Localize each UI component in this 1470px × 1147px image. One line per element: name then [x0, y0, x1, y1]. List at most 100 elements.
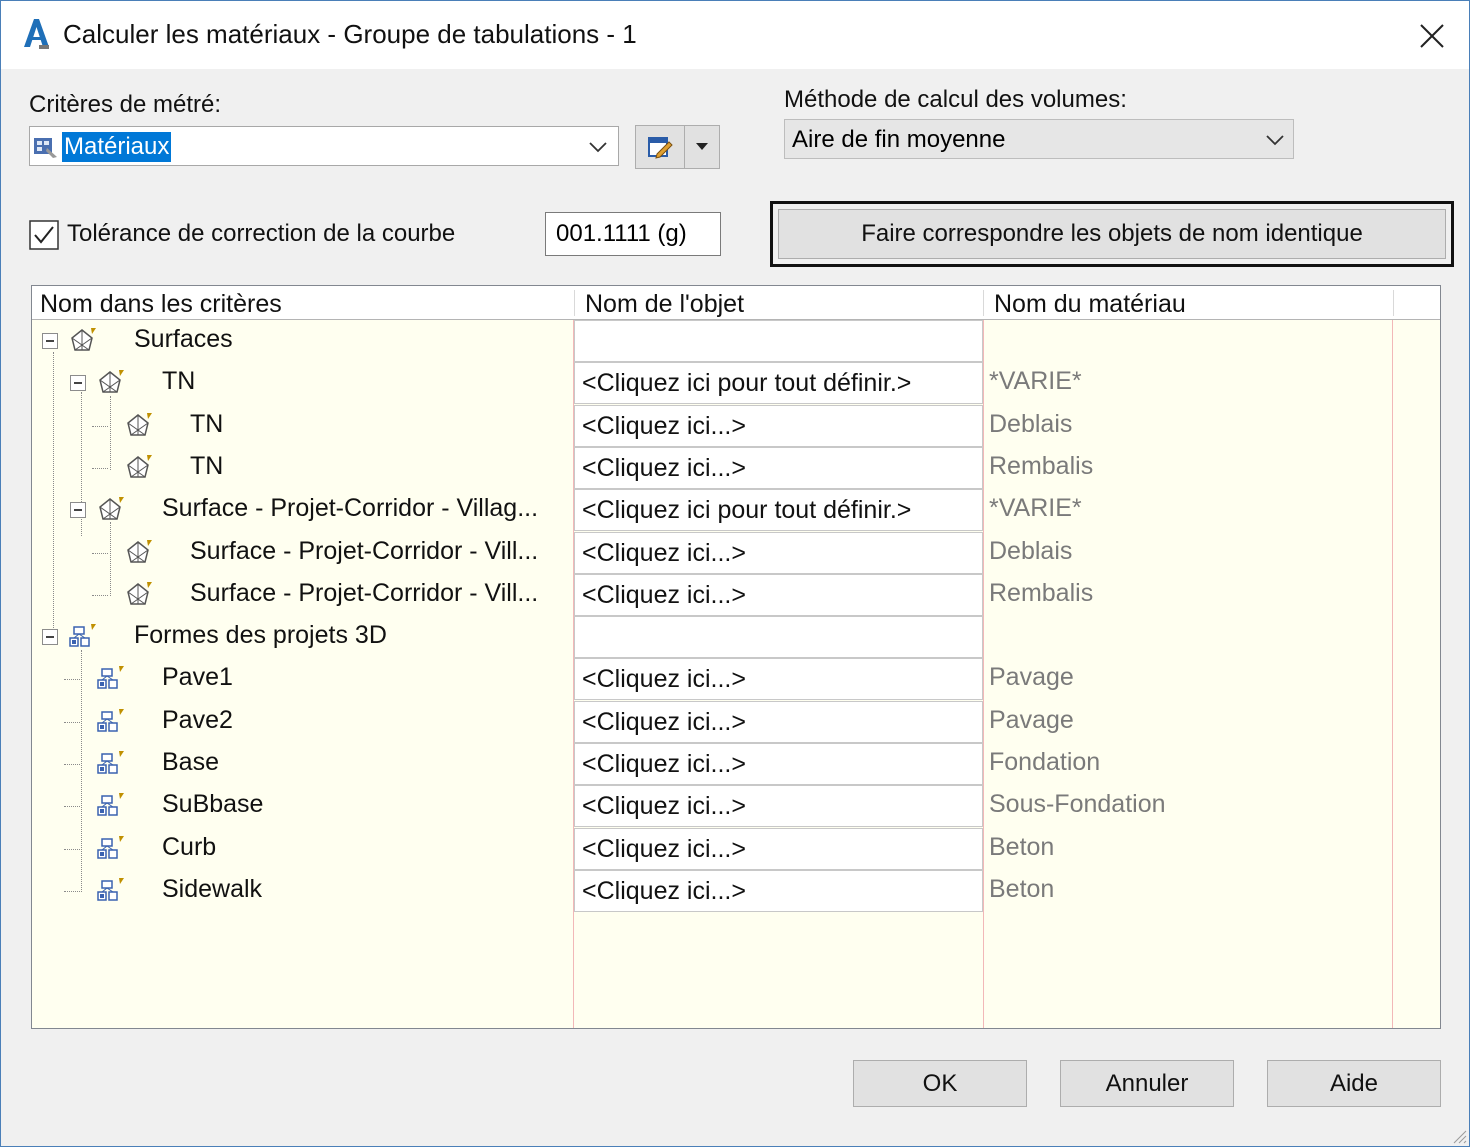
material-name-cell[interactable]: *VARIE* [989, 367, 1082, 396]
material-name-cell[interactable]: Sous-Fondation [989, 790, 1166, 819]
material-name-cell[interactable]: Deblais [989, 410, 1072, 439]
criteria-selection: Matériaux [62, 132, 172, 162]
criteria-name-cell: Pave2 [162, 705, 233, 734]
collapse-icon[interactable] [70, 502, 86, 519]
object-name-cell[interactable]: <Cliquez ici pour tout définir.> [574, 489, 983, 532]
dropdown-arrow-icon [696, 143, 708, 150]
object-name-cell[interactable]: <Cliquez ici...> [574, 743, 983, 785]
criteria-name-cell: Surface - Projet-Corridor - Vill... [190, 578, 539, 607]
object-name-cell[interactable]: <Cliquez ici...> [574, 827, 983, 870]
column-header-object-name[interactable]: Nom de l'objet [577, 286, 985, 319]
object-name-cell[interactable]: <Cliquez ici pour tout définir.> [574, 362, 983, 405]
checkbox-checked-icon[interactable] [29, 220, 59, 250]
criteria-name-cell: SuBbase [162, 790, 264, 819]
surface-icon [71, 328, 96, 351]
column-header-material-name[interactable]: Nom du matériau [986, 286, 1394, 319]
edit-criteria-dropdown[interactable] [684, 125, 720, 169]
criteria-name-cell: Formes des projets 3D [134, 621, 387, 650]
collapse-icon[interactable] [42, 333, 58, 349]
criteria-name-cell: Surface - Projet-Corridor - Villag... [162, 494, 539, 523]
table-row[interactable]: Formes des projets 3D [32, 616, 1440, 659]
criteria-name-cell: TN [162, 367, 196, 396]
table-row[interactable]: Surfaces [32, 320, 1440, 362]
corridor-shape-icon [97, 835, 124, 859]
table-row[interactable]: Sidewalk <Cliquez ici...> Beton [32, 869, 1440, 912]
corridor-shape-icon [97, 751, 124, 774]
corridor-shape-icon [97, 708, 124, 732]
corridor-shape-icon [69, 624, 96, 647]
collapse-icon[interactable] [70, 375, 86, 392]
column-header-criteria-name[interactable]: Nom dans les critères [32, 286, 574, 319]
table-row[interactable]: Curb <Cliquez ici...> Beton [32, 827, 1440, 870]
match-names-button[interactable]: Faire correspondre les objets de nom ide… [778, 209, 1446, 259]
criteria-icon [34, 138, 57, 158]
object-name-cell[interactable]: <Cliquez ici...> [574, 573, 983, 616]
chevron-down-icon[interactable] [1265, 134, 1285, 146]
criteria-name-cell: TN [190, 451, 224, 480]
object-name-cell[interactable]: <Cliquez ici...> [574, 700, 983, 743]
cancel-button[interactable]: Annuler [1060, 1060, 1234, 1107]
surface-icon [127, 412, 152, 436]
table-row[interactable]: Surface - Projet-Corridor - Vill... <Cliq… [32, 531, 1440, 574]
title-bar: Calculer les matériaux - Groupe de tabul… [1, 1, 1469, 69]
criteria-select[interactable]: Matériaux [29, 126, 619, 166]
tolerance-label: Tolérance de correction de la courbe [67, 220, 456, 247]
material-name-cell[interactable]: Rembalis [989, 579, 1093, 608]
object-name-cell[interactable] [574, 320, 983, 362]
table-row[interactable]: Surface - Projet-Corridor - Vill... <Cliq… [32, 573, 1440, 616]
material-name-cell[interactable]: *VARIE* [989, 494, 1082, 523]
edit-style-icon [648, 137, 673, 159]
edit-criteria-button[interactable] [635, 125, 685, 169]
object-name-cell[interactable]: <Cliquez ici...> [574, 785, 983, 828]
table-row[interactable]: Surface - Projet-Corridor - Villag... <Cl… [32, 489, 1440, 532]
material-name-cell[interactable]: Fondation [989, 748, 1100, 777]
object-name-cell[interactable]: <Cliquez ici...> [574, 446, 983, 489]
surface-icon [99, 497, 124, 520]
criteria-name-cell: Curb [162, 832, 217, 861]
close-icon[interactable] [1411, 15, 1453, 57]
grid-header: Nom dans les critères Nom de l'objet Nom… [32, 286, 1440, 320]
table-row[interactable]: TN <Cliquez ici...> Deblais [32, 404, 1440, 447]
tolerance-input[interactable]: 001.1111 (g) [545, 212, 721, 256]
table-row[interactable]: Base <Cliquez ici...> Fondation [32, 743, 1440, 785]
material-name-cell[interactable]: Rembalis [989, 452, 1093, 481]
collapse-icon[interactable] [42, 629, 58, 646]
surface-icon [127, 539, 152, 563]
table-row[interactable]: SuBbase <Cliquez ici...> Sous-Fondation [32, 785, 1440, 828]
material-name-cell[interactable]: Pavage [989, 663, 1074, 692]
surface-icon [127, 581, 152, 605]
match-button-focus: Faire correspondre les objets de nom ide… [770, 201, 1454, 267]
corridor-shape-icon [97, 877, 124, 901]
object-name-cell[interactable]: <Cliquez ici...> [574, 531, 983, 574]
ok-button[interactable]: OK [853, 1060, 1027, 1107]
criteria-name-cell: Surfaces [134, 325, 233, 353]
object-name-cell[interactable]: <Cliquez ici...> [574, 404, 983, 447]
object-name-cell[interactable]: <Cliquez ici...> [574, 869, 983, 912]
criteria-name-cell: TN [190, 409, 224, 438]
surface-icon [127, 454, 152, 478]
volume-method-value: Aire de fin moyenne [792, 126, 1006, 153]
criteria-name-cell: Sidewalk [162, 874, 263, 903]
resize-grip-icon[interactable] [1449, 1126, 1467, 1144]
volume-method-select[interactable]: Aire de fin moyenne [784, 119, 1294, 159]
volume-method-label: Méthode de calcul des volumes: [784, 86, 1127, 113]
dialog-window: Calculer les matériaux - Groupe de tabul… [0, 0, 1470, 1147]
surface-icon [99, 370, 124, 394]
material-name-cell[interactable]: Deblais [989, 537, 1072, 566]
material-name-cell[interactable]: Beton [989, 833, 1054, 862]
corridor-shape-icon [97, 666, 124, 690]
chevron-down-icon[interactable] [588, 141, 608, 153]
table-row[interactable]: Pave1 <Cliquez ici...> Pavage [32, 658, 1440, 701]
object-name-cell[interactable] [574, 616, 983, 659]
help-button[interactable]: Aide [1267, 1060, 1441, 1107]
object-name-cell[interactable]: <Cliquez ici...> [574, 658, 983, 701]
materials-grid: Nom dans les critères Nom de l'objet Nom… [31, 285, 1441, 1029]
table-row[interactable]: TN <Cliquez ici pour tout définir.> *VARIE… [32, 362, 1440, 405]
criteria-name-cell: Surface - Projet-Corridor - Vill... [190, 536, 539, 565]
material-name-cell[interactable]: Pavage [989, 706, 1074, 735]
material-name-cell[interactable]: Beton [989, 875, 1054, 904]
corridor-shape-icon [97, 793, 124, 817]
table-row[interactable]: TN <Cliquez ici...> Rembalis [32, 446, 1440, 489]
criteria-name-cell: Base [162, 748, 219, 776]
table-row[interactable]: Pave2 <Cliquez ici...> Pavage [32, 700, 1440, 743]
